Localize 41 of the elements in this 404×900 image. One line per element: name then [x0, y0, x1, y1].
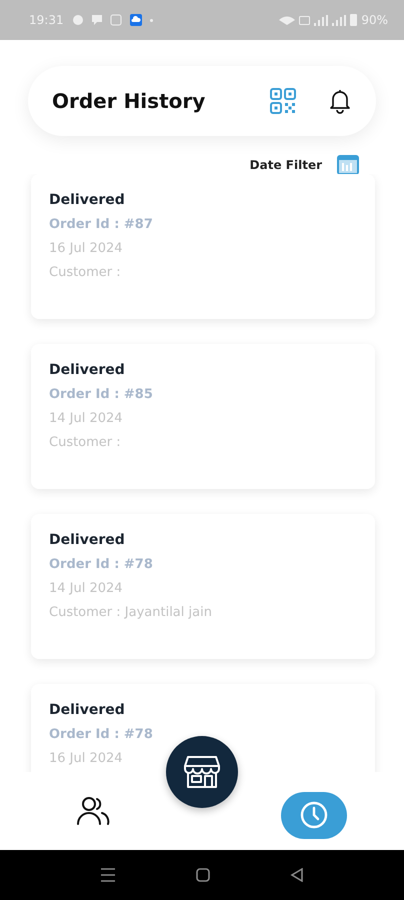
order-card[interactable]: Delivered Order Id : #78 16 Jul 2024 — [31, 684, 375, 772]
order-customer: Customer : Jayantilal jain — [49, 605, 213, 620]
order-customer: Customer : — [49, 265, 122, 280]
back-icon[interactable] — [290, 868, 304, 882]
order-status: Delivered — [49, 532, 126, 548]
battery-icon — [350, 14, 358, 26]
history-tab[interactable] — [281, 792, 347, 838]
order-id: Order Id : #87 — [49, 217, 154, 232]
order-date: 14 Jul 2024 — [49, 581, 124, 596]
signal-icon — [332, 14, 346, 26]
order-date: 14 Jul 2024 — [49, 411, 124, 426]
home-icon[interactable] — [196, 868, 210, 882]
order-card[interactable]: Delivered Order Id : #78 14 Jul 2024 Customer : Jayantilal jain — [31, 514, 375, 659]
calendar-icon[interactable] — [336, 154, 360, 176]
dot-icon — [150, 18, 153, 22]
page-title: Order History — [52, 89, 206, 113]
qr-code-icon — [270, 88, 296, 114]
people-icon — [76, 796, 110, 826]
menu-icon[interactable] — [100, 868, 116, 882]
notifications-button[interactable] — [328, 88, 352, 114]
message-icon — [92, 14, 102, 26]
order-date: 16 Jul 2024 — [49, 241, 124, 256]
order-status: Delivered — [49, 362, 126, 378]
date-filter-label: Date Filter — [250, 158, 322, 172]
order-card[interactable]: Delivered Order Id : #87 16 Jul 2024 Customer : — [31, 174, 375, 319]
order-id: Order Id : #78 — [49, 557, 154, 572]
wifi-icon — [279, 16, 296, 24]
order-status: Delivered — [49, 192, 126, 208]
square-app-icon — [110, 14, 122, 26]
order-date: 16 Jul 2024 — [49, 751, 124, 766]
order-status: Delivered — [49, 702, 126, 718]
notification-bell-icon — [328, 88, 352, 114]
qr-scan-button[interactable] — [270, 88, 296, 114]
order-id: Order Id : #85 — [49, 387, 154, 402]
order-card[interactable]: Delivered Order Id : #85 14 Jul 2024 Customer : — [31, 344, 375, 489]
clock-icon — [300, 801, 328, 829]
signal-icon — [314, 14, 328, 26]
store-icon — [183, 755, 221, 789]
cloud-app-icon — [130, 14, 142, 26]
order-customer: Customer : — [49, 435, 122, 450]
order-id: Order Id : #78 — [49, 727, 154, 742]
